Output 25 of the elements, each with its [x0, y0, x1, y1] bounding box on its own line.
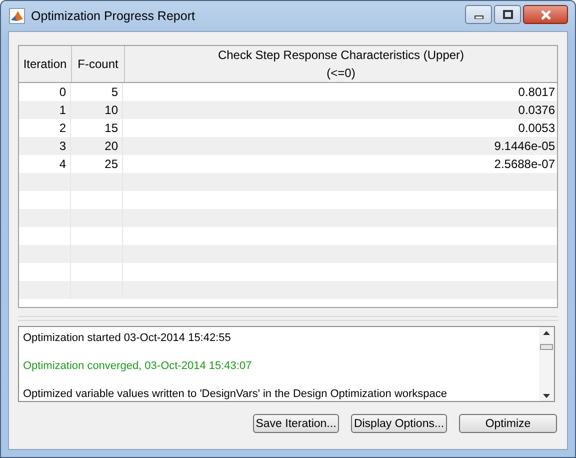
action-button[interactable]: Save Iteration...: [253, 414, 339, 433]
scroll-thumb[interactable]: [540, 344, 553, 350]
log-line: Optimization started 03-Oct-2014 15:42:55: [23, 331, 232, 345]
maximize-icon: [502, 10, 512, 19]
close-button[interactable]: [523, 5, 568, 24]
column-header[interactable]: F-count: [72, 46, 125, 82]
action-button[interactable]: Display Options...: [351, 414, 447, 433]
log-line: Optimization converged, 03-Oct-2014 15:43:07: [23, 359, 253, 373]
table-cell-text: 0.8017: [517, 84, 556, 101]
table-cell-text: 0.0376: [517, 102, 556, 119]
action-button[interactable]: Optimize: [459, 414, 557, 433]
column-header[interactable]: Check Step Response Characteristics (Upper) (<=0): [125, 46, 557, 82]
column-header[interactable]: Iteration: [19, 46, 72, 82]
table-cell-text: 9.1446e-05: [493, 138, 556, 155]
minimize-button[interactable]: [465, 5, 492, 24]
maximize-button[interactable]: [494, 5, 521, 24]
close-icon: [540, 10, 552, 20]
table-cell-text: 2.5688e-07: [493, 156, 556, 173]
window-title: Optimization Progress Report: [31, 9, 195, 23]
down-arrow-icon[interactable]: [543, 394, 550, 398]
log-line: Optimized variable values written to 'DesignVars' in the Design Optimization workspace: [23, 387, 448, 401]
peak-surface-icon: [9, 8, 25, 24]
table-cell-text: 0.0053: [517, 120, 556, 137]
scrollbar[interactable]: [539, 327, 554, 401]
up-arrow-icon[interactable]: [543, 331, 550, 335]
